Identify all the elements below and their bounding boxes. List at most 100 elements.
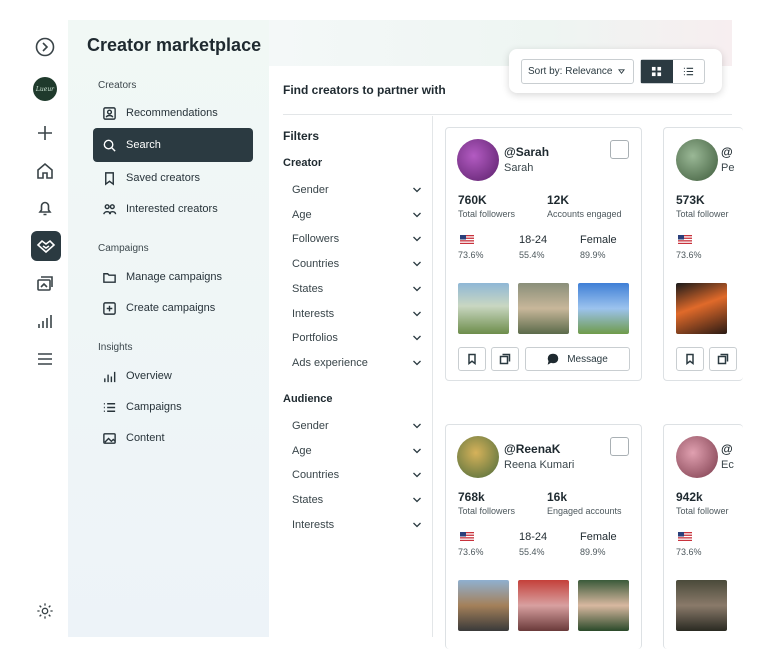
gender-value: Female <box>580 234 617 246</box>
bell-icon[interactable] <box>22 193 68 223</box>
age-percent: 55.4% <box>519 250 545 260</box>
list-view-button[interactable] <box>673 60 705 83</box>
filter-label: States <box>292 282 324 295</box>
portfolio-thumbnail[interactable] <box>518 283 569 334</box>
total-followers-label: Total followers <box>458 506 516 516</box>
brand-logo[interactable]: Lueur <box>22 74 68 104</box>
handshake-icon[interactable] <box>31 231 61 261</box>
filter-dropdown[interactable]: Interests <box>292 515 422 535</box>
filter-label: Gender <box>292 420 329 432</box>
filter-group-audience: Audience <box>283 393 333 405</box>
sidebar-item-manage-campaigns[interactable]: Manage campaigns <box>93 260 253 294</box>
filter-label: States <box>292 494 324 507</box>
select-checkbox[interactable] <box>610 437 629 456</box>
bookmark-icon <box>105 171 114 186</box>
section-label-insights: Insights <box>98 342 133 353</box>
us-flag-icon <box>678 532 692 541</box>
chevron-down-icon <box>618 69 625 74</box>
sidebar-item-label: Search <box>126 139 161 151</box>
creator-avatar <box>457 139 499 181</box>
portfolio-thumbnail[interactable] <box>578 580 629 631</box>
select-checkbox[interactable] <box>610 140 629 159</box>
home-icon[interactable] <box>22 156 68 186</box>
filter-dropdown[interactable]: Countries <box>292 254 422 274</box>
creator-card[interactable]: @ Ec 942k Total follower 73.6% <box>663 424 743 649</box>
search-icon <box>103 139 116 152</box>
creator-name: Pe <box>721 162 735 174</box>
total-followers-value: 942k <box>676 490 703 504</box>
sidebar-item-recommendations[interactable]: Recommendations <box>93 96 253 130</box>
filter-dropdown[interactable]: Gender <box>292 416 422 436</box>
filter-dropdown[interactable]: States <box>292 490 422 510</box>
sidebar-item-insights-campaigns[interactable]: Campaigns <box>93 390 253 424</box>
gallery-icon[interactable] <box>22 269 68 299</box>
add-to-campaign-button[interactable] <box>491 347 519 371</box>
sidebar-item-overview[interactable]: Overview <box>93 359 253 393</box>
sort-dropdown[interactable]: Sort by: Relevance <box>521 59 634 84</box>
total-followers-label: Total follower <box>676 506 729 516</box>
recommendations-icon <box>103 106 116 120</box>
us-flag-icon <box>460 532 474 541</box>
portfolio-thumbnail[interactable] <box>458 580 509 631</box>
filter-dropdown[interactable]: Ads experience <box>292 353 422 373</box>
collapse-icon[interactable] <box>22 32 68 62</box>
chevron-down-icon <box>413 286 421 292</box>
creator-avatar <box>676 139 718 181</box>
plus-icon[interactable] <box>22 118 68 148</box>
creator-card[interactable]: @ Pe 573K Total follower 73.6% <box>663 127 743 381</box>
creator-card[interactable]: @Sarah Sarah 760K Total followers 12K Ac… <box>445 127 642 381</box>
save-button[interactable] <box>676 347 704 371</box>
filter-dropdown[interactable]: Portfolios <box>292 328 422 348</box>
analytics-icon[interactable] <box>22 307 68 337</box>
filter-dropdown[interactable]: Countries <box>292 465 422 485</box>
grid-view-button[interactable] <box>641 60 673 83</box>
filter-label: Countries <box>292 258 340 271</box>
people-icon <box>103 203 117 214</box>
portfolio-thumbnail[interactable] <box>458 283 509 334</box>
message-button[interactable]: Message <box>525 347 630 371</box>
chevron-down-icon <box>413 212 421 218</box>
sidebar-item-label: Overview <box>126 370 172 382</box>
gender-value: Female <box>580 531 617 543</box>
menu-icon[interactable] <box>22 344 68 374</box>
us-flag-icon <box>460 235 474 244</box>
portfolio-thumbnail[interactable] <box>578 283 629 334</box>
view-toggle <box>640 59 705 84</box>
list-icon <box>683 67 693 76</box>
filter-dropdown[interactable]: Followers <box>292 229 422 249</box>
chevron-down-icon <box>413 522 421 528</box>
chevron-down-icon <box>413 448 421 454</box>
portfolio-thumbnail[interactable] <box>676 283 727 334</box>
sidebar-item-label: Manage campaigns <box>126 271 223 283</box>
chevron-down-icon <box>413 187 421 193</box>
add-to-campaign-button[interactable] <box>709 347 737 371</box>
filter-dropdown[interactable]: Age <box>292 441 422 461</box>
save-button[interactable] <box>458 347 486 371</box>
settings-icon[interactable] <box>36 602 56 622</box>
sidebar-item-interested-creators[interactable]: Interested creators <box>93 192 253 226</box>
filter-dropdown[interactable]: Interests <box>292 304 422 324</box>
sidebar-item-saved-creators[interactable]: Saved creators <box>93 161 253 195</box>
filter-dropdown[interactable]: States <box>292 279 422 299</box>
creator-handle: @Sarah <box>504 145 550 159</box>
filter-dropdown[interactable]: Gender <box>292 180 422 200</box>
main-heading: Find creators to partner with <box>283 83 446 97</box>
portfolio-thumbnail[interactable] <box>676 580 727 631</box>
gallery-icon <box>717 353 729 365</box>
section-label-creators: Creators <box>98 80 137 91</box>
list-icon <box>103 402 116 412</box>
filter-label: Age <box>292 444 312 457</box>
filters-panel: Filters Creator Gender Age Followers Countr… <box>269 116 432 637</box>
creator-handle: @ <box>721 145 733 159</box>
portfolio-thumbnail[interactable] <box>518 580 569 631</box>
sidebar-item-search[interactable]: Search <box>93 128 253 162</box>
sidebar-item-content[interactable]: Content <box>93 421 253 455</box>
creator-card[interactable]: @ReenaK Reena Kumari 768k Total follower… <box>445 424 642 649</box>
sidebar-item-create-campaigns[interactable]: Create campaigns <box>93 291 253 325</box>
filter-dropdown[interactable]: Age <box>292 205 422 225</box>
message-button-label: Message <box>567 353 608 365</box>
filters-title: Filters <box>283 129 320 143</box>
bar-chart-icon <box>104 371 116 382</box>
engaged-accounts-label: Engaged accounts <box>547 506 622 516</box>
sidebar-item-label: Content <box>126 432 165 444</box>
